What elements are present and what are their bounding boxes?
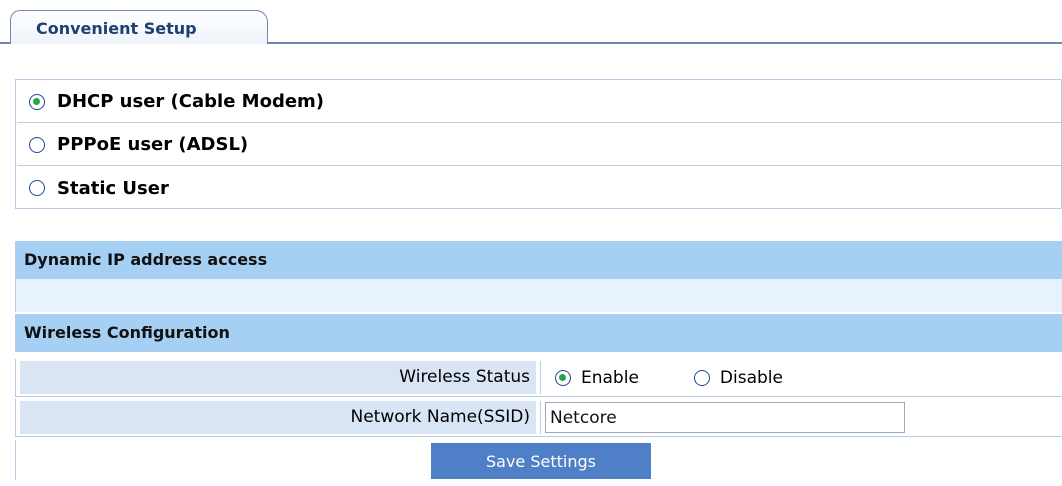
radio-button-enable[interactable] (555, 369, 571, 386)
section-title-dynamic-ip: Dynamic IP address access (24, 250, 268, 269)
tab-convenient-setup[interactable]: Convenient Setup (10, 10, 268, 44)
wireless-disable-option[interactable]: Disable (693, 367, 783, 388)
mode-option-static[interactable]: Static User (17, 167, 1061, 209)
section-header-wireless: Wireless Configuration (15, 314, 1062, 352)
radio-button-disable[interactable] (693, 369, 710, 386)
wireless-enable-option[interactable]: Enable (555, 368, 639, 388)
ssid-value-cell (540, 401, 1060, 434)
mode-option-dhcp[interactable]: DHCP user (Cable Modem) (17, 81, 1061, 123)
save-settings-button[interactable]: Save Settings (431, 443, 651, 479)
mode-option-pppoe[interactable]: PPPoE user (ADSL) (17, 124, 1061, 166)
tab-baseline-left (0, 42, 10, 44)
radio-button-static[interactable] (29, 180, 45, 196)
section-title-wireless: Wireless Configuration (24, 323, 230, 342)
ssid-label: Network Name(SSID) (20, 401, 536, 434)
section-header-dynamic-ip: Dynamic IP address access (15, 241, 1062, 279)
mode-label-static: Static User (57, 177, 169, 199)
tab-bar: Convenient Setup (0, 0, 1062, 45)
save-row: Save Settings (15, 440, 1062, 480)
ssid-row: Network Name(SSID) (15, 399, 1062, 437)
enable-label: Enable (581, 367, 639, 388)
mode-label-dhcp: DHCP user (Cable Modem) (57, 91, 325, 112)
wireless-status-label: Wireless Status (20, 361, 536, 394)
section-body-dynamic-ip (15, 279, 1062, 312)
radio-button-pppoe[interactable] (29, 136, 45, 153)
mode-label-pppoe: PPPoE user (ADSL) (57, 134, 249, 155)
ssid-input[interactable] (545, 402, 905, 433)
radio-button-dhcp[interactable] (29, 93, 45, 110)
tab-baseline (268, 42, 1062, 44)
wireless-status-row: Wireless Status Enable Disable (15, 359, 1062, 397)
tab-label: Convenient Setup (36, 19, 197, 38)
wireless-status-options: Enable Disable (540, 361, 1060, 394)
disable-label: Disable (719, 367, 783, 388)
connection-mode-group: DHCP user (Cable Modem) PPPoE user (ADSL… (15, 79, 1062, 209)
